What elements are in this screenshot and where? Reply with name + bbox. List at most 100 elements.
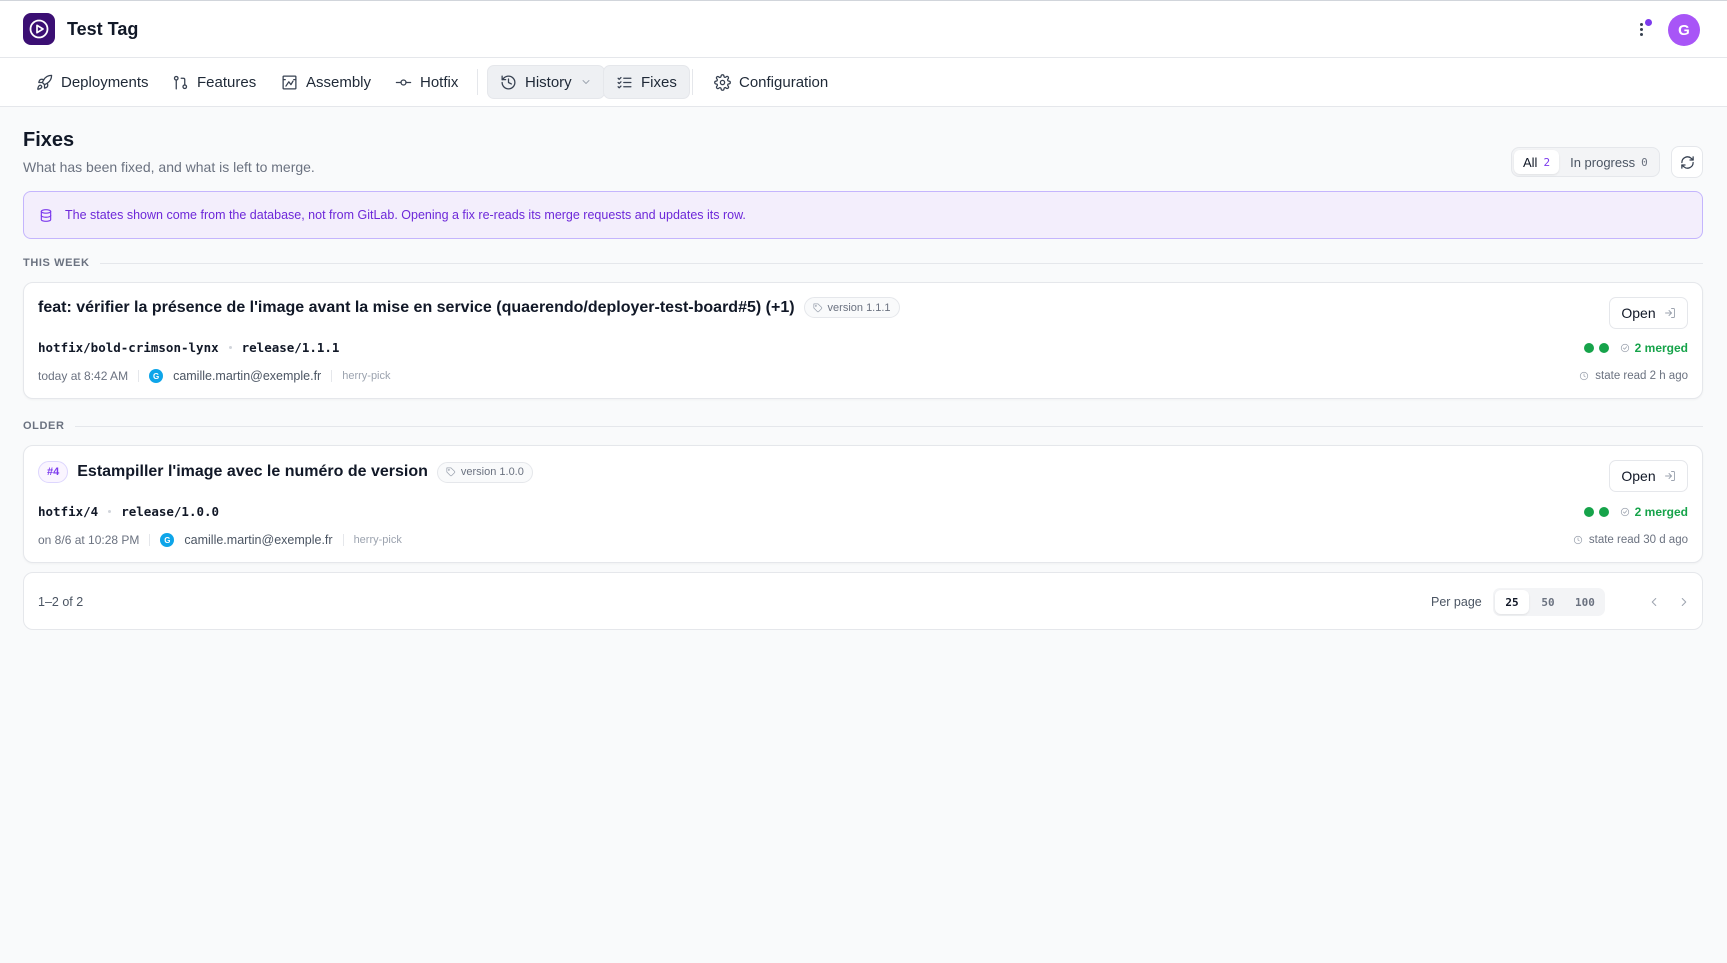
git-pull-request-icon <box>173 75 188 90</box>
clock-icon <box>1580 371 1589 381</box>
database-icon <box>40 208 52 222</box>
page-title: Fixes <box>23 129 75 151</box>
status-filter: All 2 In progress 0 <box>1511 147 1660 177</box>
per-page-option-50[interactable]: 50 <box>1531 590 1565 614</box>
author-avatar: G <box>149 369 164 383</box>
merged-label: 2 merged <box>1634 341 1688 355</box>
section-label-older: OLDER <box>23 420 1703 432</box>
target-branch: release/1.0.0 <box>121 504 220 519</box>
fix-kind: herry-pick <box>342 370 391 382</box>
source-branch: hotfix/bold-crimson-lynx <box>38 340 219 355</box>
per-page-option-25[interactable]: 25 <box>1495 590 1529 614</box>
merged-dot <box>1583 507 1594 517</box>
nav-label: Configuration <box>739 73 829 91</box>
branch-row: hotfix/bold-crimson-lynx release/1.1.1 <box>38 340 339 355</box>
log-in-icon <box>1664 308 1675 318</box>
nav-deployments[interactable]: Deployments <box>24 65 161 99</box>
author-email: camille.martin@exemple.fr <box>173 369 322 383</box>
section-label-this-week: THIS WEEK <box>23 257 1703 269</box>
nav-divider <box>692 69 693 95</box>
pagination-range: 1–2 of 2 <box>38 595 84 609</box>
filter-all-label: All <box>1523 154 1538 170</box>
git-commit-icon <box>395 78 412 86</box>
state-read: state read 30 d ago <box>1573 534 1688 546</box>
nav-label: Deployments <box>61 73 149 91</box>
play-logo-icon <box>29 19 49 39</box>
prev-page-button[interactable] <box>1640 588 1668 616</box>
fix-title[interactable]: Estampiller l'image avec le numéro de ve… <box>77 463 428 481</box>
chevron-right-icon <box>1681 597 1687 607</box>
nav-history[interactable]: History <box>487 65 605 99</box>
merge-status: 2 merged <box>1583 505 1688 519</box>
history-icon <box>501 74 516 90</box>
state-read-text: state read 30 d ago <box>1588 534 1688 546</box>
info-banner: The states shown come from the database,… <box>23 191 1703 239</box>
app-title: Test Tag <box>67 19 139 39</box>
user-avatar[interactable]: G <box>1668 14 1700 46</box>
state-read-text: state read 2 h ago <box>1595 370 1688 382</box>
tag-icon <box>446 467 456 477</box>
nav-hotfix[interactable]: Hotfix <box>383 65 470 99</box>
branch-row: hotfix/4 release/1.0.0 <box>38 504 219 519</box>
list-checks-icon <box>617 76 632 88</box>
tag-icon <box>813 302 822 312</box>
fix-card[interactable]: #4 Estampiller l'image avec le numéro de… <box>23 445 1703 563</box>
nav-configuration[interactable]: Configuration <box>702 65 840 99</box>
nav-label: History <box>525 73 572 91</box>
rocket-icon <box>37 74 53 90</box>
gear-icon <box>714 73 731 91</box>
page-subtitle: What has been fixed, and what is left to… <box>23 159 315 175</box>
merged-dot <box>1583 343 1594 353</box>
nav-assembly[interactable]: Assembly <box>269 65 383 99</box>
chevron-left-icon <box>1651 597 1657 607</box>
fix-kind: herry-pick <box>353 534 402 546</box>
open-button[interactable]: Open <box>1609 460 1688 492</box>
check-circle-icon <box>1620 507 1629 517</box>
chevron-down-icon <box>582 80 590 84</box>
filter-all[interactable]: All 2 <box>1514 150 1560 174</box>
per-page-selector: 25 50 100 <box>1493 588 1605 616</box>
fix-date: on 8/6 at 10:28 PM <box>38 533 140 547</box>
per-page-label: Per page <box>1431 595 1482 609</box>
more-menu-icon[interactable] <box>1636 18 1652 40</box>
check-circle-icon <box>1620 343 1629 353</box>
nav-label: Hotfix <box>420 73 459 91</box>
pagination-bar: 1–2 of 2 Per page 25 50 100 <box>23 572 1703 630</box>
nav-features[interactable]: Features <box>160 65 268 99</box>
open-label: Open <box>1621 305 1656 321</box>
meta-row: today at 8:42 AM G camille.martin@exempl… <box>38 369 391 383</box>
nav-label: Features <box>197 73 257 91</box>
version-label: version 1.1.1 <box>827 301 891 314</box>
assembly-icon <box>282 74 297 90</box>
filter-in-progress-label: In progress <box>1570 154 1636 170</box>
merged-label: 2 merged <box>1634 505 1688 519</box>
section-label-text: OLDER <box>23 420 65 432</box>
nav-label: Assembly <box>306 73 372 91</box>
filter-in-progress[interactable]: In progress 0 <box>1561 150 1657 174</box>
refresh-button[interactable] <box>1671 146 1703 178</box>
next-page-button[interactable] <box>1670 588 1698 616</box>
open-label: Open <box>1621 468 1656 484</box>
version-label: version 1.0.0 <box>460 466 524 478</box>
fix-date: today at 8:42 AM <box>38 369 129 383</box>
fix-title[interactable]: feat: vérifier la présence de l'image av… <box>38 299 795 317</box>
target-branch: release/1.1.1 <box>241 340 340 355</box>
fix-card[interactable]: feat: vérifier la présence de l'image av… <box>23 282 1703 399</box>
refresh-icon <box>1680 155 1694 169</box>
issue-badge[interactable]: #4 <box>38 461 69 483</box>
nav-divider <box>477 69 478 95</box>
per-page-option-100[interactable]: 100 <box>1567 590 1603 614</box>
app-logo[interactable] <box>23 13 55 45</box>
open-button[interactable]: Open <box>1609 297 1688 329</box>
author-avatar: G <box>160 533 175 547</box>
notification-dot <box>1645 19 1652 26</box>
nav-fixes[interactable]: Fixes <box>603 65 690 99</box>
info-banner-text: The states shown come from the database,… <box>65 208 746 222</box>
merged-dot <box>1598 343 1609 353</box>
state-read: state read 2 h ago <box>1579 370 1688 382</box>
version-tag: version 1.1.1 <box>803 297 900 318</box>
version-tag: version 1.0.0 <box>436 461 533 483</box>
clock-icon <box>1573 535 1583 545</box>
author-email: camille.martin@exemple.fr <box>184 533 333 547</box>
filter-in-progress-count: 0 <box>1641 155 1648 169</box>
